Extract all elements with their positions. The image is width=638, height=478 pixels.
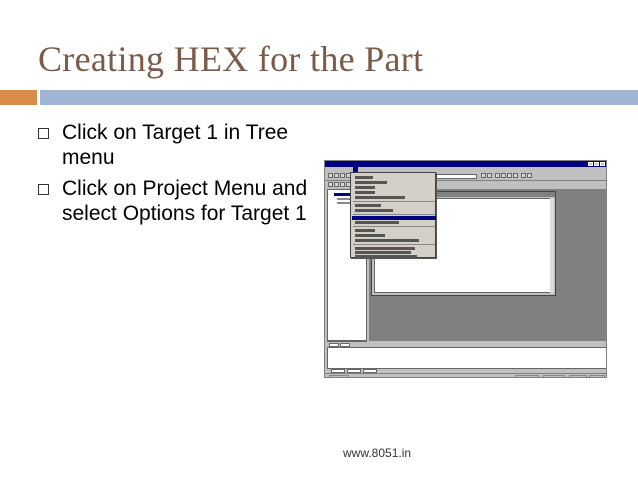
footer-url: www.8051.in <box>343 446 412 460</box>
bullet-text: Click on Target 1 in Tree menu <box>62 121 289 169</box>
window-controls <box>588 162 605 166</box>
output-window <box>327 347 606 369</box>
bullet-list: Click on Target 1 in Tree menu Click on … <box>38 120 313 232</box>
bullet-item: Click on Project Menu and select Options… <box>38 176 313 226</box>
bullet-square-icon <box>38 128 49 139</box>
bullet-square-icon <box>38 184 49 195</box>
bullet-item: Click on Target 1 in Tree menu <box>38 120 313 170</box>
bullet-text: Click on Project Menu and select Options… <box>62 177 308 225</box>
slide-title: Creating HEX for the Part <box>38 39 424 79</box>
ide-statusbar <box>325 373 606 377</box>
embedded-screenshot <box>324 160 607 378</box>
project-menu <box>350 172 436 258</box>
accent-bar-right <box>40 90 638 105</box>
accent-bar-left <box>0 90 37 105</box>
